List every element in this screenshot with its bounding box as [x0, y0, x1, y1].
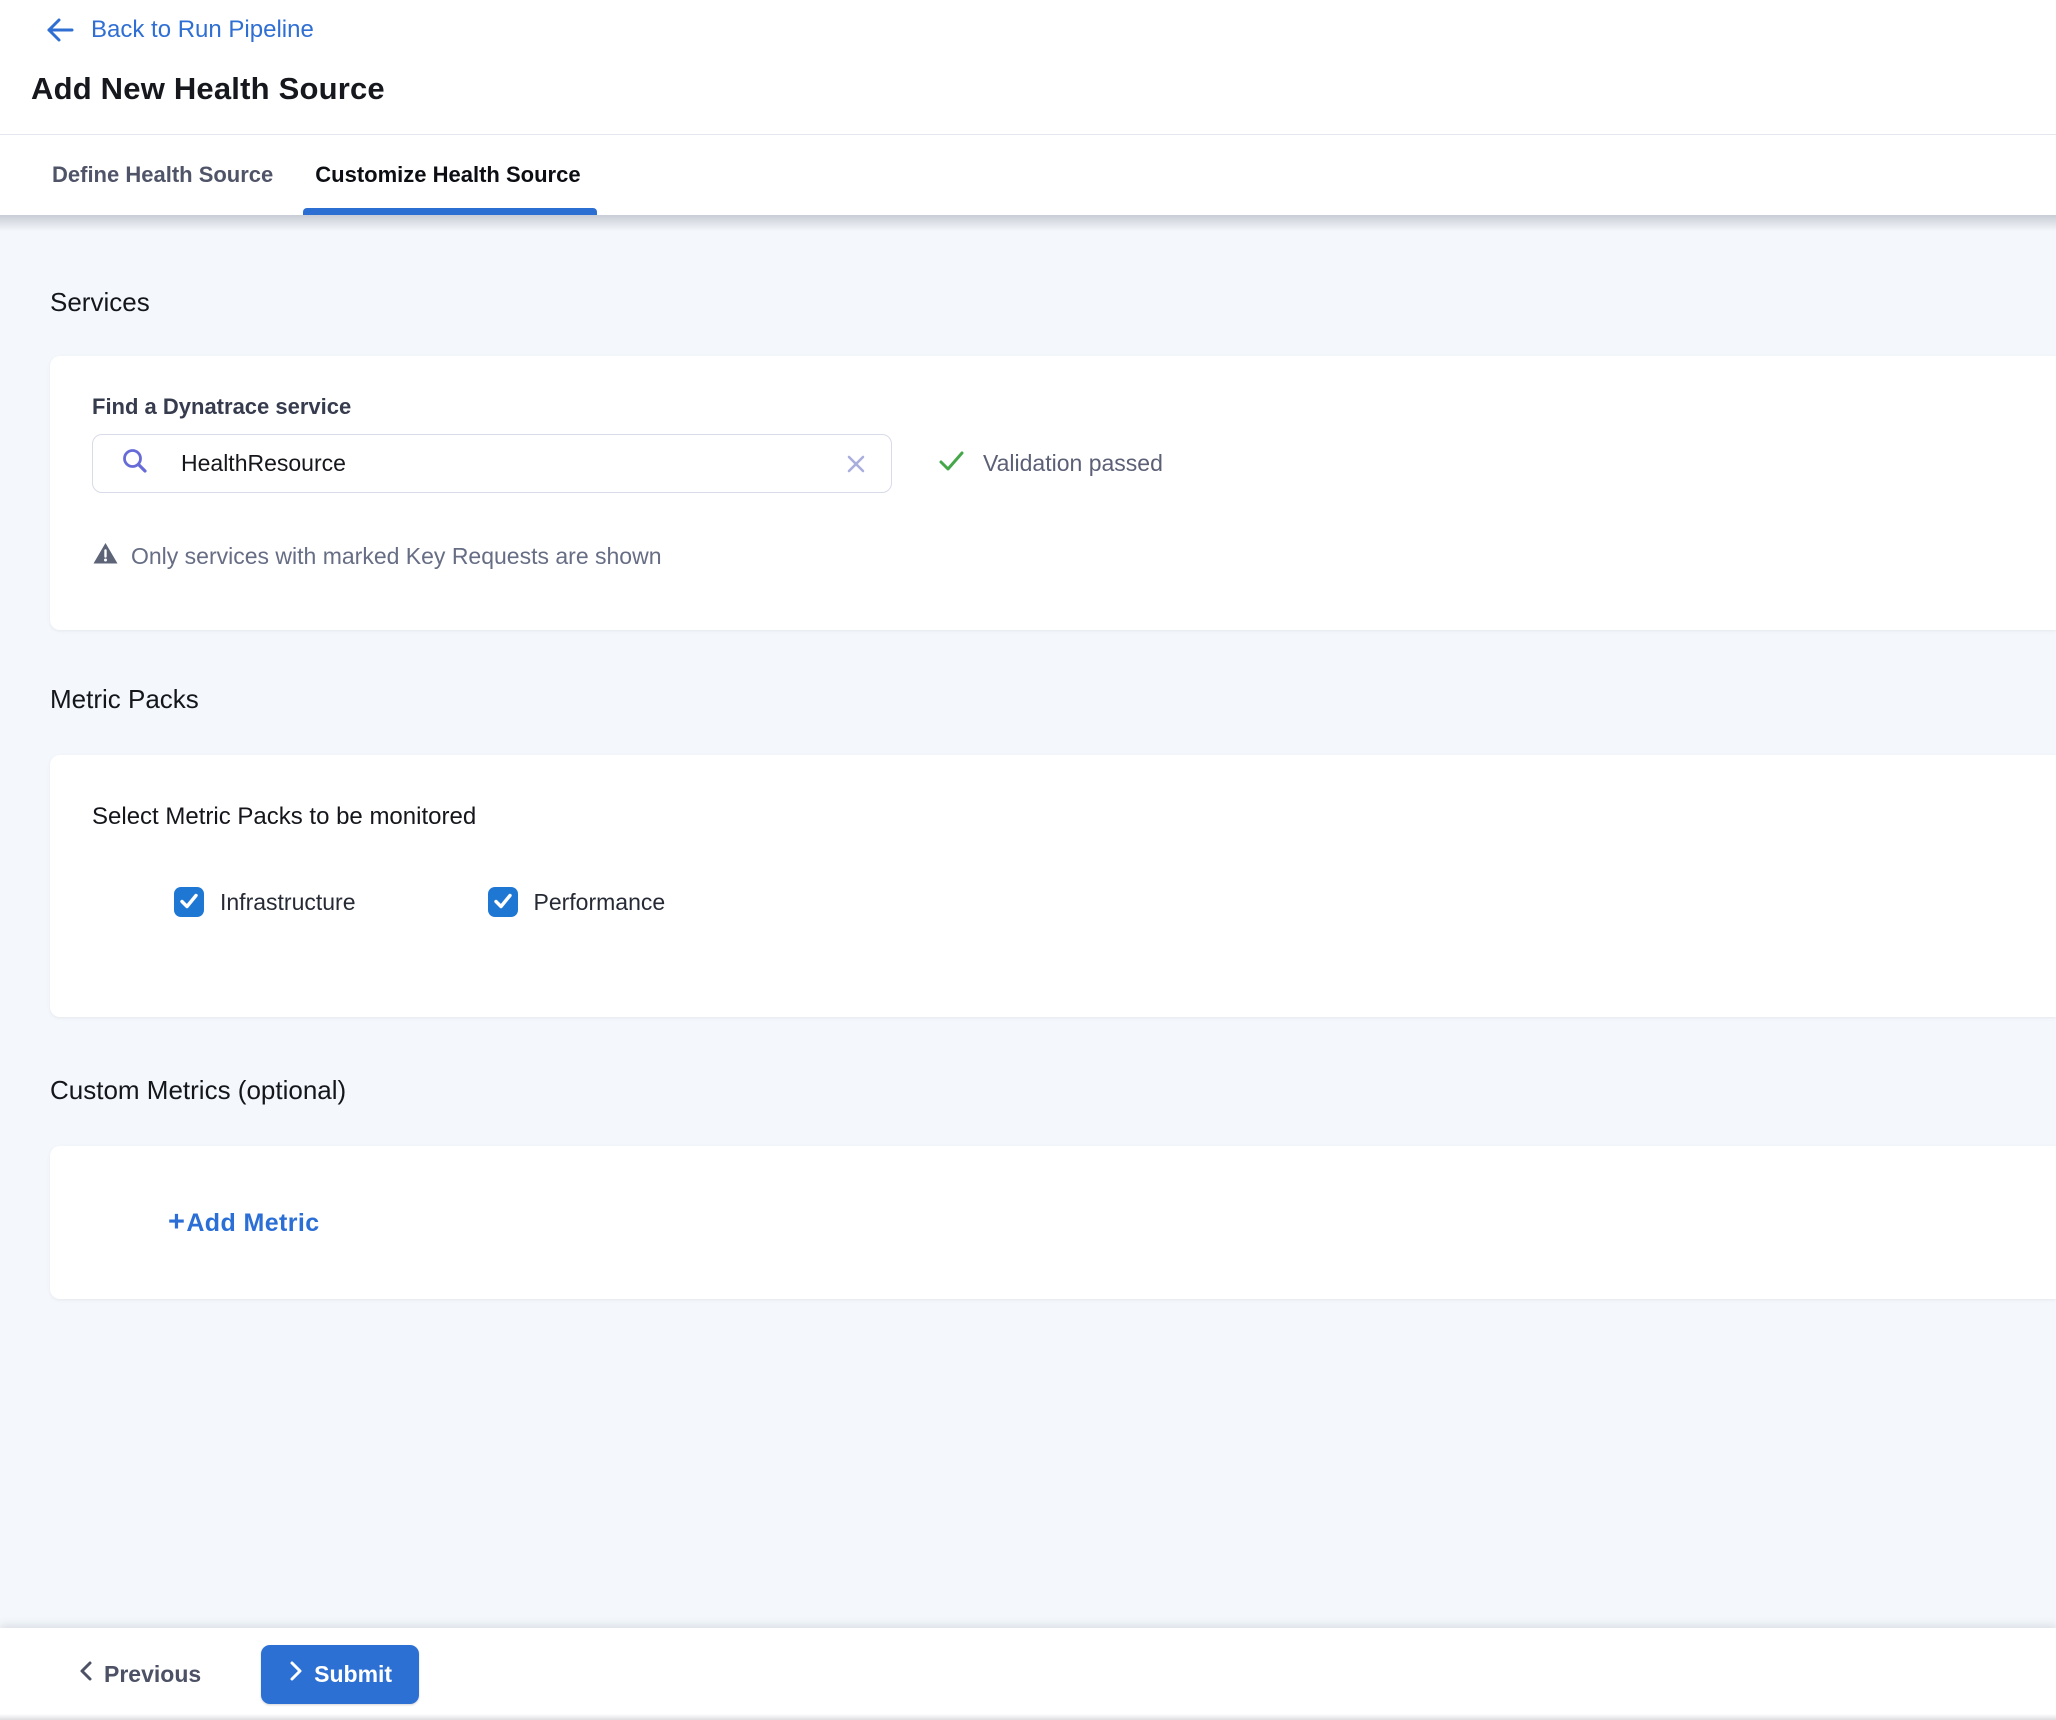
warning-triangle-icon [92, 541, 119, 572]
checkbox-infrastructure-label: Infrastructure [220, 889, 356, 916]
previous-button-label: Previous [104, 1661, 201, 1688]
tab-bar: Define Health Source Customize Health So… [0, 135, 2056, 215]
checkbox-checked-box [174, 887, 204, 917]
custom-metrics-card: + Add Metric [50, 1146, 2056, 1299]
tab-customize-health-source[interactable]: Customize Health Source [313, 135, 582, 215]
checkbox-checked-box [488, 887, 518, 917]
metric-packs-subtitle: Select Metric Packs to be monitored [92, 803, 2014, 831]
service-search-input[interactable] [181, 450, 845, 477]
arrow-left-icon [43, 16, 75, 44]
metric-packs-heading: Metric Packs [50, 684, 2056, 715]
close-icon[interactable] [845, 453, 867, 475]
checkbox-performance-label: Performance [534, 889, 666, 916]
services-warning-label: Only services with marked Key Requests a… [131, 543, 662, 570]
service-search-row: Validation passed [92, 434, 2014, 493]
checkbox-infrastructure[interactable]: Infrastructure [174, 887, 356, 917]
search-icon [121, 447, 149, 480]
chevron-right-icon [288, 1659, 304, 1689]
chevron-left-icon [78, 1659, 94, 1689]
page-header: Back to Run Pipeline Add New Health Sour… [0, 0, 2056, 135]
checkbox-performance[interactable]: Performance [488, 887, 666, 917]
previous-button[interactable]: Previous [78, 1659, 201, 1689]
metric-packs-options: Infrastructure Performance [174, 887, 2014, 917]
tab-define-health-source[interactable]: Define Health Source [50, 135, 275, 215]
add-metric-button[interactable]: + Add Metric [168, 1206, 320, 1239]
services-warning: Only services with marked Key Requests a… [92, 541, 2014, 572]
validation-status-label: Validation passed [983, 450, 1163, 477]
content-area: Services Find a Dynatrace service [0, 215, 2056, 1628]
footer-bar: Previous Submit [0, 1628, 2056, 1720]
check-icon [938, 449, 965, 479]
metric-packs-card: Select Metric Packs to be monitored Infr… [50, 755, 2056, 1017]
checkmark-icon [179, 889, 199, 916]
service-search-label: Find a Dynatrace service [92, 394, 2014, 420]
back-link[interactable]: Back to Run Pipeline [43, 16, 314, 44]
custom-metrics-heading: Custom Metrics (optional) [50, 1075, 2056, 1106]
checkmark-icon [493, 889, 513, 916]
page-title: Add New Health Source [31, 71, 2056, 107]
services-heading: Services [50, 215, 2056, 318]
service-search-box [92, 434, 892, 493]
back-link-label: Back to Run Pipeline [91, 16, 314, 44]
plus-icon: + [168, 1206, 185, 1239]
add-metric-label: Add Metric [186, 1209, 319, 1238]
validation-status: Validation passed [938, 449, 1163, 479]
submit-button-label: Submit [314, 1661, 392, 1688]
add-health-source-page: Back to Run Pipeline Add New Health Sour… [0, 0, 2056, 1720]
services-card: Find a Dynatrace service [50, 356, 2056, 630]
submit-button[interactable]: Submit [261, 1645, 419, 1704]
